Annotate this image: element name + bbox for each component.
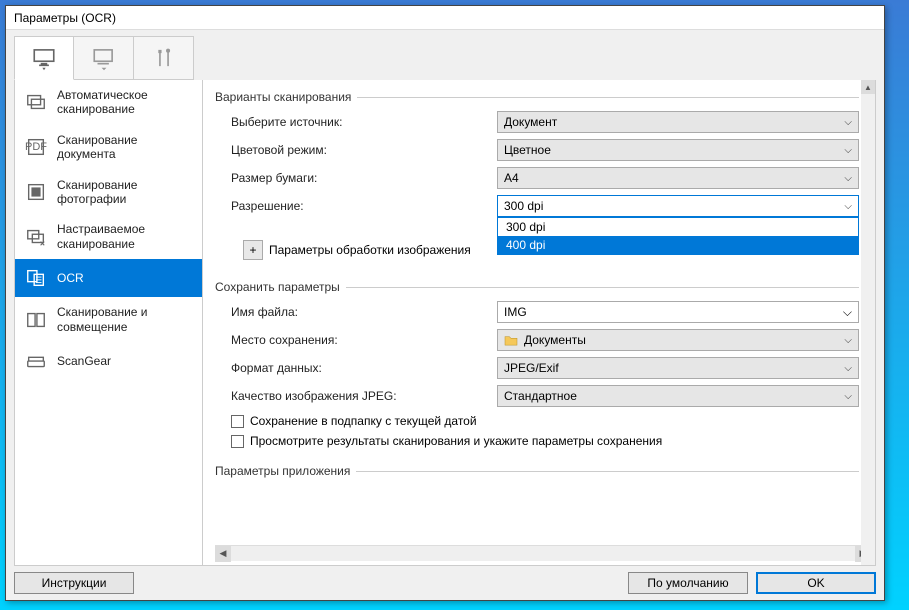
tab-send[interactable] — [74, 36, 134, 80]
filename-label: Имя файла: — [227, 305, 497, 319]
ok-button[interactable]: OK — [756, 572, 876, 594]
resolution-combo[interactable]: 300 dpi⌵ — [497, 195, 859, 217]
button-bar: Инструкции По умолчанию OK — [6, 566, 884, 600]
format-combo[interactable]: JPEG/Exif⌵ — [497, 357, 859, 379]
source-combo[interactable]: Документ⌵ — [497, 111, 859, 133]
expand-processing-button[interactable]: + — [243, 240, 263, 260]
settings-window: Параметры (OCR) Автоматическое сканирова… — [5, 5, 885, 601]
horizontal-scrollbar[interactable]: ◀ ▶ — [215, 545, 871, 561]
settings-scroll: Варианты сканирования Выберите источник:… — [215, 90, 871, 545]
stitch-icon — [25, 309, 47, 331]
svg-text:PDF: PDF — [25, 141, 47, 153]
send-icon — [91, 45, 117, 71]
tab-monitor[interactable] — [14, 36, 74, 80]
sidebar-item-label: Автоматическое сканирование — [57, 88, 192, 117]
window-title: Параметры (OCR) — [14, 11, 116, 25]
sidebar: Автоматическое сканирование PDF Сканиров… — [15, 80, 203, 565]
scan-options-group: Варианты сканирования — [215, 90, 859, 104]
sidebar-item-ocr[interactable]: OCR — [15, 259, 202, 297]
sidebar-item-label: Настраиваемое сканирование — [57, 222, 192, 251]
chevron-down-icon: ⌵ — [844, 201, 852, 212]
subfolder-checkbox[interactable] — [231, 415, 244, 428]
resolution-dropdown: 300 dpi 400 dpi — [497, 217, 859, 255]
quality-label: Качество изображения JPEG: — [227, 389, 497, 403]
location-combo[interactable]: Документы ⌵ — [497, 329, 859, 351]
defaults-button[interactable]: По умолчанию — [628, 572, 748, 594]
pdf-doc-icon: PDF — [25, 136, 47, 158]
review-checkbox[interactable] — [231, 435, 244, 448]
resolution-option-400[interactable]: 400 dpi — [498, 236, 858, 254]
toolbar-tabs — [6, 30, 884, 80]
chevron-down-icon: ⌵ — [844, 363, 852, 374]
chevron-down-icon: ⌵ — [843, 305, 852, 320]
chevron-down-icon: ⌵ — [844, 335, 852, 346]
sidebar-item-label: Сканирование и совмещение — [57, 305, 192, 334]
sidebar-item-label: OCR — [57, 271, 84, 285]
sidebar-item-label: Сканирование документа — [57, 133, 192, 162]
scroll-up-arrow[interactable]: ▲ — [861, 80, 875, 94]
sidebar-item-label: Сканирование фотографии — [57, 178, 192, 207]
content-area: Автоматическое сканирование PDF Сканиров… — [14, 80, 876, 566]
titlebar: Параметры (OCR) — [6, 6, 884, 30]
chevron-down-icon: ⌵ — [844, 145, 852, 156]
sidebar-item-custom-scan[interactable]: Настраиваемое сканирование — [15, 214, 202, 259]
processing-label: Параметры обработки изображения — [269, 243, 471, 257]
tab-tools[interactable] — [134, 36, 194, 80]
sidebar-item-scan-document[interactable]: PDF Сканирование документа — [15, 125, 202, 170]
photo-scan-icon — [25, 181, 47, 203]
quality-combo[interactable]: Стандартное⌵ — [497, 385, 859, 407]
scroll-left-arrow[interactable]: ◀ — [215, 546, 231, 562]
format-label: Формат данных: — [227, 361, 497, 375]
location-label: Место сохранения: — [227, 333, 497, 347]
custom-scan-icon — [25, 226, 47, 248]
tools-icon — [151, 45, 177, 71]
instructions-button[interactable]: Инструкции — [14, 572, 134, 594]
folder-icon — [504, 334, 518, 346]
chevron-down-icon: ⌵ — [844, 391, 852, 402]
main-panel: ▲ Варианты сканирования Выберите источни… — [203, 80, 875, 565]
sidebar-item-stitch[interactable]: Сканирование и совмещение — [15, 297, 202, 342]
sidebar-item-auto-scan[interactable]: Автоматическое сканирование — [15, 80, 202, 125]
paper-combo[interactable]: A4⌵ — [497, 167, 859, 189]
source-label: Выберите источник: — [227, 115, 497, 129]
filename-input[interactable]: IMG⌵ — [497, 301, 859, 323]
app-settings-group: Параметры приложения — [215, 464, 859, 478]
sidebar-item-scangear[interactable]: ScanGear — [15, 342, 202, 380]
chevron-down-icon: ⌵ — [844, 173, 852, 184]
subfolder-check-label: Сохранение в подпапку с текущей датой — [250, 414, 477, 428]
sidebar-item-label: ScanGear — [57, 354, 111, 368]
sidebar-item-scan-photo[interactable]: Сканирование фотографии — [15, 170, 202, 215]
ocr-icon — [25, 267, 47, 289]
resolution-option-300[interactable]: 300 dpi — [498, 218, 858, 236]
scangear-icon — [25, 350, 47, 372]
auto-scan-icon — [25, 91, 47, 113]
chevron-down-icon: ⌵ — [844, 117, 852, 128]
color-label: Цветовой режим: — [227, 143, 497, 157]
review-check-label: Просмотрите результаты сканирования и ук… — [250, 434, 662, 448]
paper-label: Размер бумаги: — [227, 171, 497, 185]
color-combo[interactable]: Цветное⌵ — [497, 139, 859, 161]
resolution-label: Разрешение: — [227, 199, 497, 213]
monitor-icon — [31, 45, 57, 71]
save-options-group: Сохранить параметры — [215, 280, 859, 294]
vertical-scrollbar[interactable]: ▲ — [861, 80, 875, 565]
